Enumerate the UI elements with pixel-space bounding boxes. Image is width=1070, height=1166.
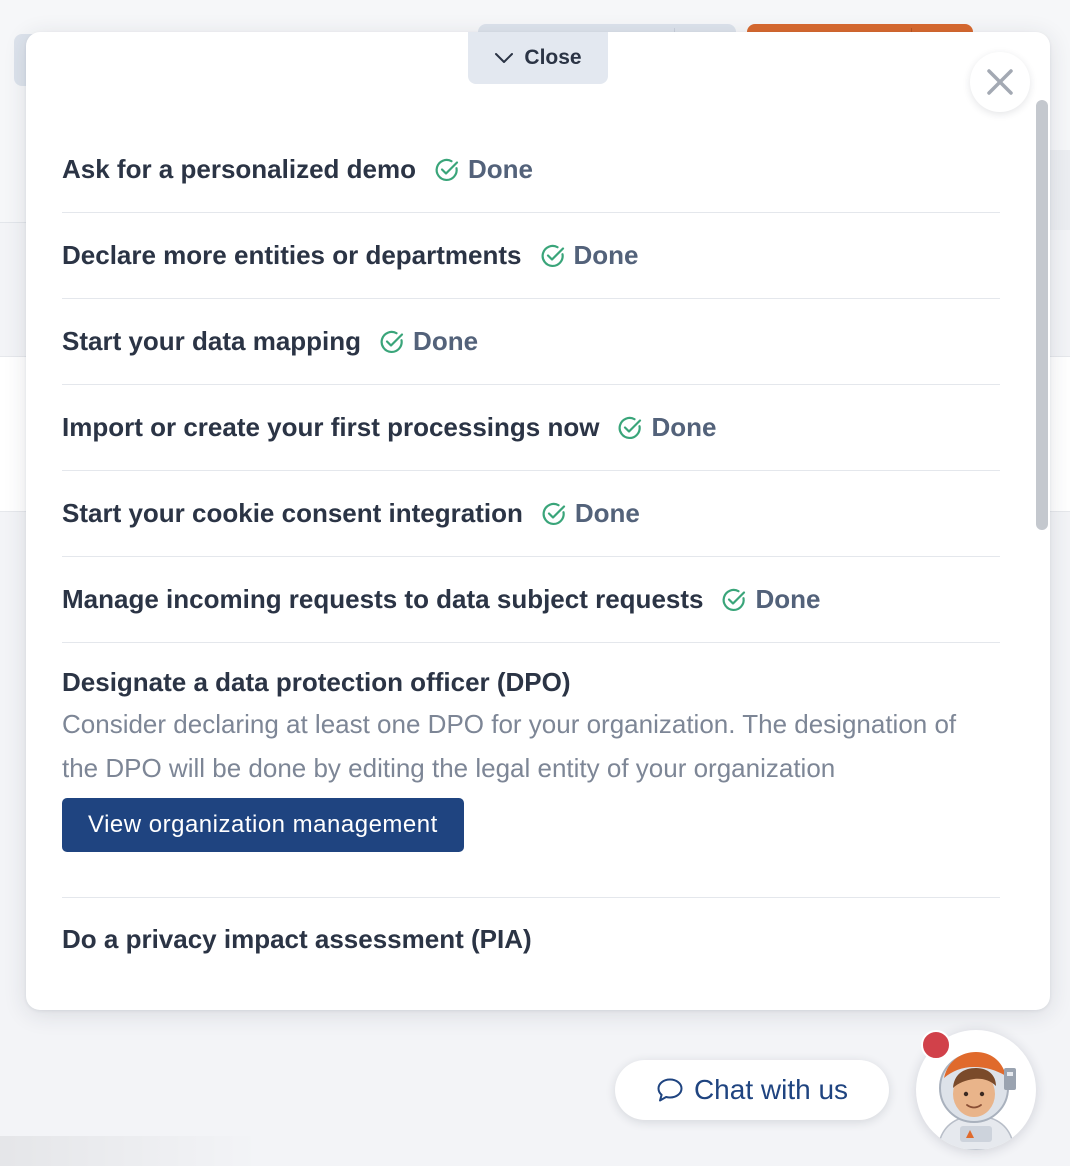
task-item[interactable]: Ask for a personalized demo Done <box>62 127 1000 213</box>
background-shadow <box>0 1136 260 1166</box>
task-item[interactable]: Manage incoming requests to data subject… <box>62 557 1000 643</box>
check-circle-icon <box>541 244 564 267</box>
close-icon <box>987 69 1013 95</box>
done-badge: Done <box>721 584 820 615</box>
done-label: Done <box>413 326 479 356</box>
task-item[interactable]: Do a privacy impact assessment (PIA) <box>62 898 1000 955</box>
close-button[interactable] <box>970 52 1030 112</box>
done-label: Done <box>755 584 821 614</box>
task-title: Start your cookie consent integration <box>62 498 523 528</box>
chat-label: Chat with us <box>693 1074 849 1105</box>
chat-bubble-icon <box>657 1078 683 1102</box>
done-badge: Done <box>379 326 478 357</box>
task-description: Consider declaring at least one DPO for … <box>62 709 957 783</box>
task-item[interactable]: Declare more entities or departments Don… <box>62 213 1000 299</box>
check-circle-icon <box>723 588 746 611</box>
done-label: Done <box>467 154 533 184</box>
scrollbar-thumb[interactable] <box>1036 100 1048 530</box>
done-badge: Done <box>540 240 639 271</box>
done-badge: Done <box>434 154 533 185</box>
chevron-down-icon <box>495 53 514 63</box>
task-item[interactable]: Start your data mapping Done <box>62 299 1000 385</box>
chat-with-us-button[interactable]: Chat with us <box>615 1060 889 1120</box>
task-item[interactable]: Import or create your first processings … <box>62 385 1000 471</box>
task-item-expanded: Designate a data protection officer (DPO… <box>62 643 1000 898</box>
task-list: Ask for a personalized demo Done Declare… <box>62 127 1000 955</box>
done-label: Done <box>574 498 640 528</box>
view-organization-management-button[interactable]: View organization management <box>62 798 464 852</box>
done-label: Done <box>651 412 717 442</box>
done-badge: Done <box>617 412 716 443</box>
done-badge: Done <box>541 498 640 529</box>
done-label: Done <box>573 240 639 270</box>
task-title: Ask for a personalized demo <box>62 154 416 184</box>
task-title: Declare more entities or departments <box>62 240 522 270</box>
collapse-close-tab[interactable]: Close <box>468 32 608 84</box>
check-circle-icon <box>380 330 404 353</box>
close-tab-label: Close <box>524 46 582 69</box>
notification-badge <box>921 1030 951 1060</box>
task-title: Manage incoming requests to data subject… <box>62 584 704 614</box>
check-circle-icon <box>435 158 459 181</box>
check-circle-icon <box>542 502 565 525</box>
onboarding-checklist-modal: Close Ask for a personalized demo Done D… <box>26 32 1050 1010</box>
background-strip <box>1048 150 1070 230</box>
task-title: Import or create your first processings … <box>62 412 600 442</box>
check-circle-icon <box>619 416 642 439</box>
task-title: Do a privacy impact assessment (PIA) <box>62 924 532 954</box>
task-item[interactable]: Start your cookie consent integration Do… <box>62 471 1000 557</box>
task-title[interactable]: Designate a data protection officer (DPO… <box>62 667 1000 698</box>
task-title: Start your data mapping <box>62 326 362 356</box>
